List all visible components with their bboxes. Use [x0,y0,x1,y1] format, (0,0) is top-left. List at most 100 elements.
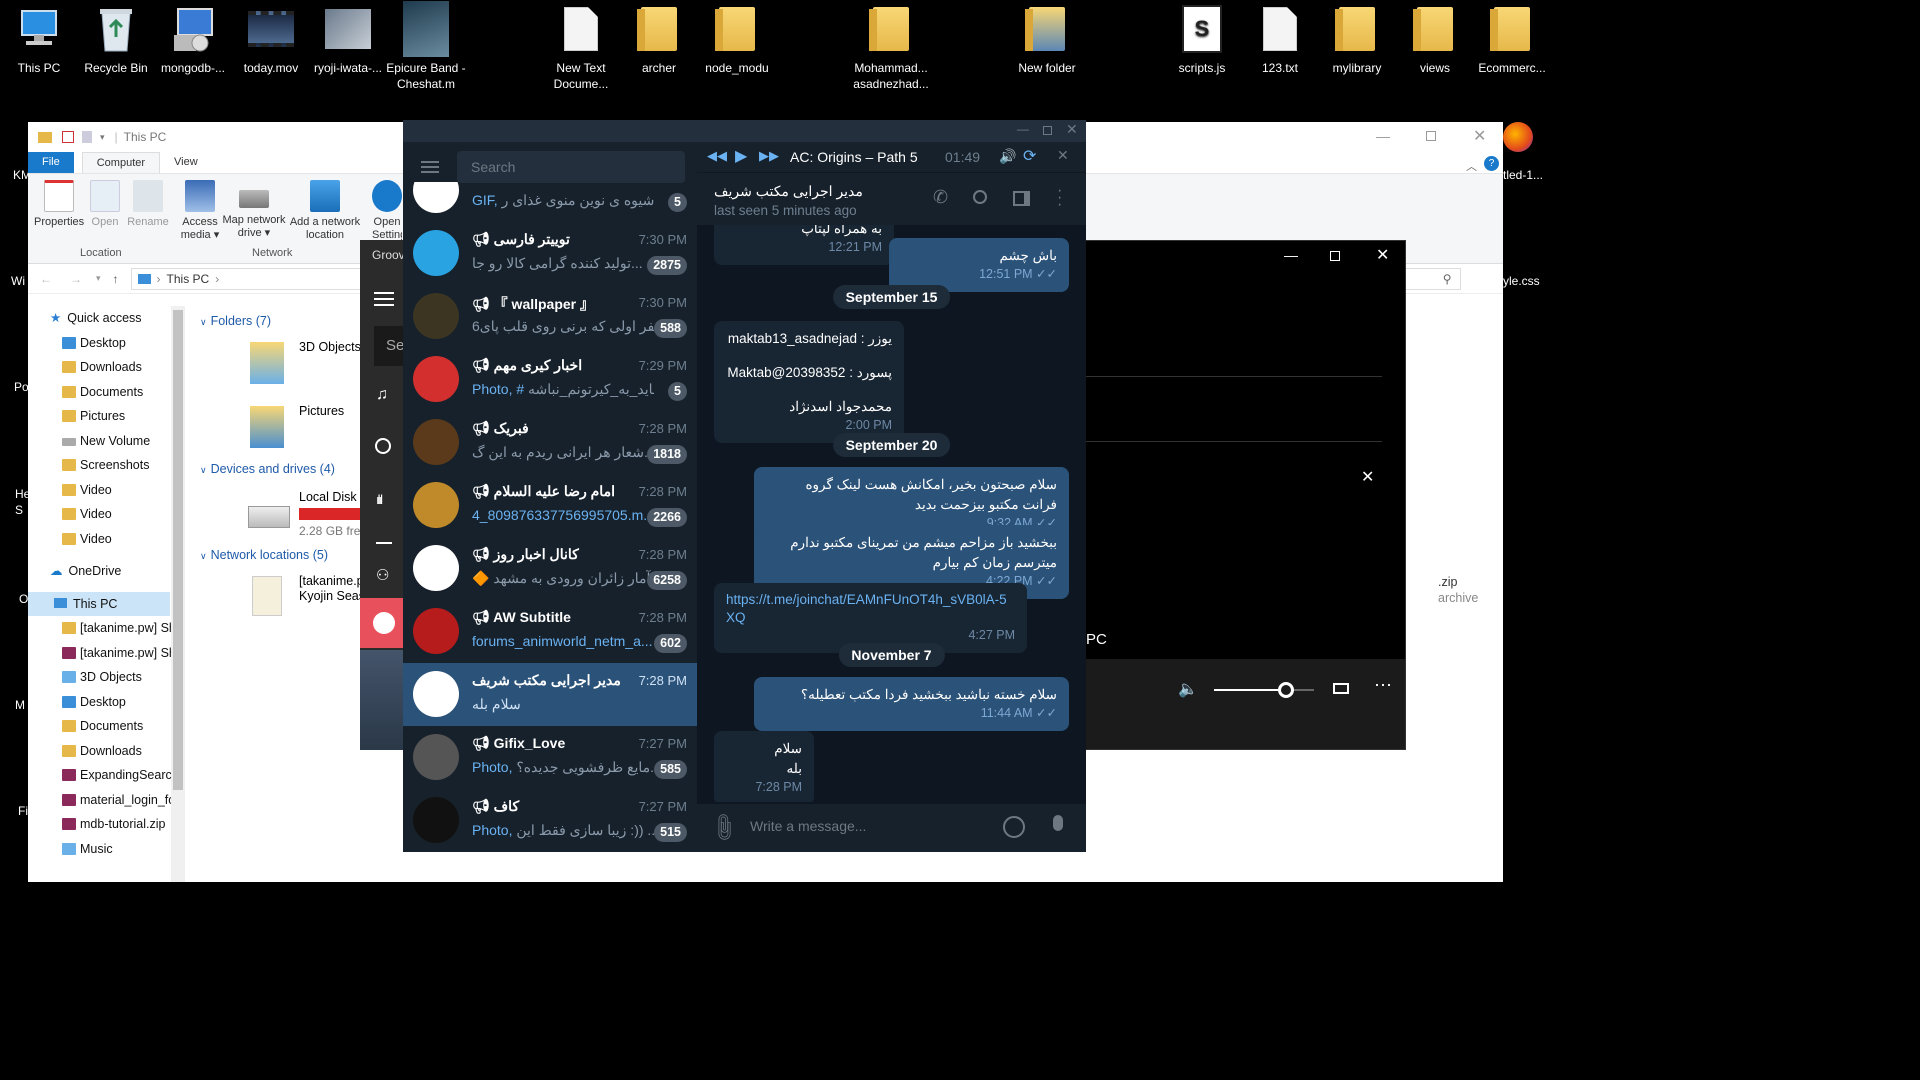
volume-icon[interactable]: 🔊 [999,148,1016,165]
attach-icon[interactable]: 📎︎ [706,810,742,846]
spotify-icon[interactable] [360,598,408,648]
maximize-button[interactable] [1043,126,1052,135]
nav-documents[interactable]: Documents📌 [28,380,188,405]
forward-icon[interactable]: → [70,272,82,286]
nav-pc-item[interactable]: Downloads [28,739,188,764]
incoming-message[interactable]: سلام بله 7:28 PM [714,731,814,802]
breadcrumb-this-pc[interactable]: This PC [167,272,210,286]
outgoing-message[interactable]: سلام خسته نباشید ببخشید فردا مکتب تعطیله… [754,677,1069,731]
outgoing-message[interactable]: باش چشم 12:51 PM ✓✓ [889,238,1069,292]
minimize-button[interactable]: — [1284,247,1298,263]
open-button[interactable]: Open [90,178,120,229]
tab-computer[interactable]: Computer [81,152,161,173]
nav-pc-item[interactable]: Desktop [28,690,188,715]
network-header[interactable]: ∨ Network locations (5) [200,548,328,562]
nav-new-volume[interactable]: New Volume📌 [28,429,188,454]
nav-pc-item[interactable]: [takanime.pw] Sh [28,641,188,666]
nav-pictures[interactable]: Pictures📌 [28,404,188,429]
volume-slider-thumb[interactable] [1278,682,1294,698]
now-playing-icon[interactable]: ılıl [376,492,383,507]
nav-pc-item[interactable]: Documents [28,714,188,739]
chat-item[interactable]: 📢︎ کاف 7:27 PM Photo, زیبا سازی فقط این :)… [403,789,697,852]
desktop-icon-123-txt[interactable]: 123.txt [1241,0,1319,76]
volume-slider[interactable] [1214,682,1314,698]
dismiss-icon[interactable]: ✕ [1361,467,1374,487]
nav-downloads[interactable]: Downloads📌 [28,355,188,380]
nav-scrollbar[interactable] [171,306,185,882]
nav-pc-item[interactable]: mdb-tutorial.zip [28,812,188,837]
chat-item[interactable]: مدیر اجرایی مکتب شریف 7:28 PM سلام بله [403,663,697,726]
hamburger-icon[interactable] [374,292,394,306]
user-icon[interactable]: ⚇ [376,566,389,584]
chat-item[interactable]: 📢︎ فبریک 7:28 PM شعار هر ایرانی ریدم به ای… [403,411,697,474]
desktop-icon-new-folder[interactable]: New folder [1008,0,1086,76]
minimize-button[interactable]: — [1376,128,1390,144]
firefox-icon[interactable] [1503,122,1533,152]
repeat-icon[interactable]: ⟳ [1023,146,1036,166]
menu-icon[interactable] [421,161,439,173]
maximize-button[interactable] [1426,131,1436,141]
nav-video-1[interactable]: Video [28,478,188,503]
play-icon[interactable]: ▶ [735,146,747,166]
incoming-message[interactable]: به همراه لپتاپ 12:21 PM [714,225,894,265]
nav-pc-item[interactable]: material_login_fo [28,788,188,813]
nav-desktop[interactable]: Desktop📌 [28,331,188,356]
properties-qa-icon[interactable] [62,131,74,143]
maximize-button[interactable] [1330,251,1340,261]
next-track-icon[interactable]: ▶▶ [759,148,779,164]
desktop-icon-new-text[interactable]: New Text Docume... [542,0,620,92]
message-link[interactable]: https://t.me/joinchat/EAMnFUnOT4h_sVB0lA… [726,591,1015,627]
chat-item[interactable]: 📢︎ توییتر فارسی 7:30 PM تولید کننده گرامی … [403,222,697,285]
tab-file[interactable]: File [28,152,74,173]
map-network-drive-button[interactable]: Map network drive ▾ [221,178,287,240]
nav-pc-item[interactable]: Music [28,837,188,862]
search-icon[interactable]: ⚲ [1443,272,1452,286]
folders-header[interactable]: ∨ Folders (7) [200,314,271,328]
close-button[interactable]: ✕ [1473,126,1486,146]
desktop-icon-recycle-bin[interactable]: Recycle Bin [77,0,155,76]
recent-chevron-icon[interactable]: ▾ [96,273,101,284]
qa-dropdown-icon[interactable]: ▾ [100,132,105,143]
folder-pictures[interactable]: Pictures [250,400,370,460]
help-icon[interactable]: ? [1484,156,1499,171]
desktop-icon-today-mov[interactable]: today.mov [232,0,310,76]
volume-icon[interactable]: 🔈 [1178,679,1198,699]
playlist-icon[interactable] [376,542,392,544]
add-network-location-button[interactable]: Add a network location [288,178,362,242]
up-icon[interactable]: ↑ [113,272,119,286]
previous-track-icon[interactable]: ◀◀ [707,148,727,164]
desktop-icon-node-modules[interactable]: node_modu [698,0,776,76]
nav-pc-item[interactable]: 3D Objects [28,665,188,690]
close-button[interactable]: ✕ [1376,245,1389,265]
desktop-icon-epicure[interactable]: Epicure Band - Cheshat.m [386,0,466,92]
chat-item[interactable]: 📢︎ کانال اخبار روز 7:28 PM 🔶 آمار زائران و… [403,537,697,600]
desktop-icon-archer[interactable]: archer [620,0,698,76]
chat-item[interactable]: 📢︎ 『 wallpaper 』 7:30 PM 6نفر اولی که برنی… [403,285,697,348]
devices-header[interactable]: ∨ Devices and drives (4) [200,462,335,476]
ribbon-collapse-icon[interactable]: ︿ [1466,158,1477,174]
microphone-icon[interactable] [1053,815,1063,831]
nav-screenshots[interactable]: Screenshots [28,453,188,478]
desktop-icon-this-pc[interactable]: This PC [0,0,78,76]
emoji-icon[interactable] [1003,816,1025,838]
music-note-icon[interactable]: ♫ [376,386,388,404]
chat-item[interactable]: 📢︎ AW Subtitle 7:28 PM forums_animworld_ne… [403,600,697,663]
more-icon[interactable]: ⋯ [1374,675,1392,696]
tab-view[interactable]: View [160,152,212,173]
chat-item[interactable]: 📢︎ امام رضا علیه السلام 7:28 PM 4_80987633… [403,474,697,537]
close-player-icon[interactable]: ✕ [1057,147,1069,164]
nav-video-3[interactable]: Video [28,527,188,552]
search-input[interactable]: Search [457,151,685,183]
nav-video-2[interactable]: Video [28,502,188,527]
chat-title[interactable]: مدیر اجرایی مکتب شریف [714,183,863,200]
network-item[interactable]: [takanime.p Kyojin Seas [252,572,372,622]
zip-item-partial[interactable]: .zip archive [1438,574,1478,606]
desktop-icon-mylibrary[interactable]: mylibrary [1318,0,1396,76]
phone-icon[interactable]: ✆ [933,187,948,208]
folder-3d-objects[interactable]: 3D Objects [250,336,370,396]
nav-quick-access[interactable]: ★ Quick access [28,306,188,331]
desktop-icon-views[interactable]: views [1396,0,1474,76]
more-vertical-icon[interactable]: · · · [1057,183,1062,213]
new-folder-qa-icon[interactable] [82,131,92,143]
chat-item[interactable]: 📢︎ اخبار کیری مهم 7:29 PM Photo, # شاید_به… [403,348,697,411]
